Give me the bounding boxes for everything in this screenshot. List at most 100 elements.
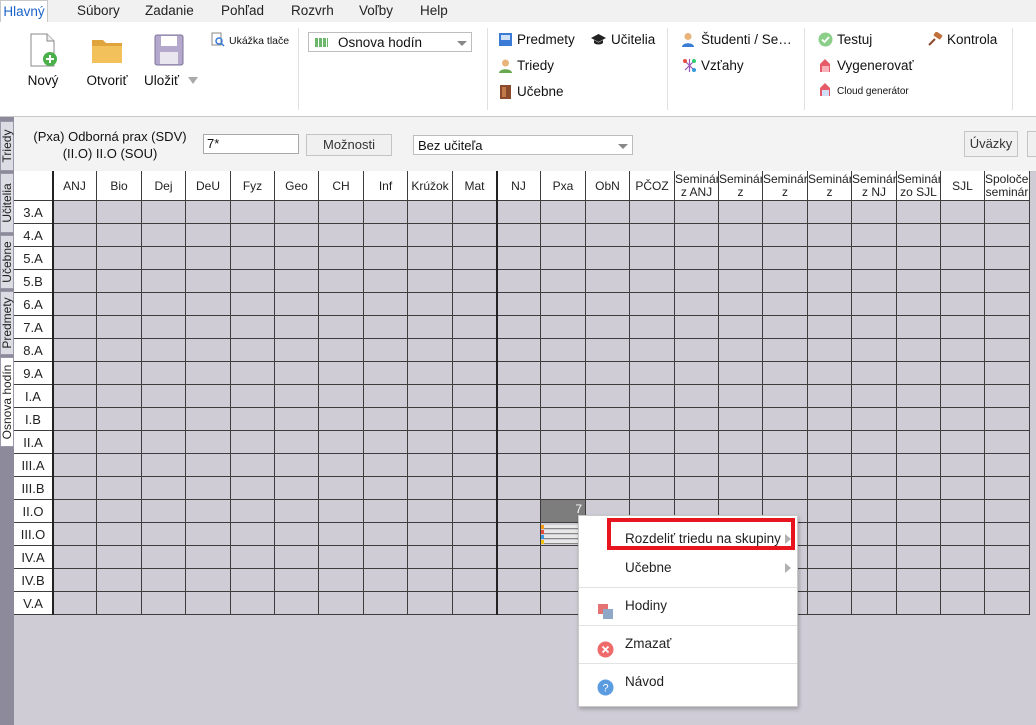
hours-input[interactable]: 7* bbox=[203, 134, 299, 154]
lesson-cell[interactable] bbox=[453, 339, 497, 362]
lesson-cell[interactable] bbox=[586, 293, 630, 316]
sidetab-ucebne[interactable]: Učebne bbox=[0, 235, 14, 289]
lesson-cell[interactable] bbox=[186, 592, 231, 615]
lesson-cell[interactable] bbox=[985, 247, 1030, 270]
lesson-cell[interactable] bbox=[186, 247, 231, 270]
lesson-cell[interactable] bbox=[897, 592, 941, 615]
lesson-cell[interactable] bbox=[364, 546, 408, 569]
lesson-cell[interactable] bbox=[808, 569, 852, 592]
lesson-cell[interactable] bbox=[586, 362, 630, 385]
lesson-cell[interactable] bbox=[852, 247, 897, 270]
lesson-cell[interactable] bbox=[142, 546, 186, 569]
lesson-cell[interactable] bbox=[319, 569, 364, 592]
lesson-cell[interactable] bbox=[541, 385, 586, 408]
lesson-cell[interactable] bbox=[408, 270, 453, 293]
lesson-cell[interactable] bbox=[985, 316, 1030, 339]
row-header[interactable]: 4.A bbox=[14, 224, 53, 247]
lesson-cell[interactable] bbox=[364, 385, 408, 408]
lesson-cell[interactable] bbox=[985, 270, 1030, 293]
lesson-cell[interactable] bbox=[364, 431, 408, 454]
lesson-cell[interactable] bbox=[897, 408, 941, 431]
lesson-cell[interactable] bbox=[53, 224, 97, 247]
lesson-cell[interactable] bbox=[364, 224, 408, 247]
row-header[interactable]: I.A bbox=[14, 385, 53, 408]
lesson-cell[interactable] bbox=[675, 385, 719, 408]
lesson-cell[interactable] bbox=[142, 431, 186, 454]
lesson-cell[interactable] bbox=[97, 362, 142, 385]
lesson-cell[interactable] bbox=[808, 316, 852, 339]
lesson-cell[interactable] bbox=[53, 201, 97, 224]
lesson-cell[interactable] bbox=[852, 454, 897, 477]
lesson-cell[interactable] bbox=[630, 247, 675, 270]
column-header[interactable]: Pxa bbox=[541, 171, 586, 201]
lesson-cell[interactable] bbox=[142, 270, 186, 293]
lesson-cell[interactable] bbox=[941, 201, 985, 224]
lesson-cell[interactable] bbox=[719, 247, 763, 270]
lesson-cell[interactable] bbox=[897, 477, 941, 500]
lesson-cell[interactable] bbox=[319, 362, 364, 385]
lesson-cell[interactable] bbox=[186, 270, 231, 293]
lesson-cell[interactable] bbox=[186, 224, 231, 247]
column-header[interactable]: Mat bbox=[453, 171, 497, 201]
lesson-cell[interactable] bbox=[364, 569, 408, 592]
lesson-cell[interactable] bbox=[453, 385, 497, 408]
lesson-cell[interactable] bbox=[897, 523, 941, 546]
column-header[interactable]: Seminár z matematiky bbox=[808, 171, 852, 201]
lesson-cell[interactable] bbox=[897, 362, 941, 385]
lesson-cell[interactable] bbox=[453, 408, 497, 431]
row-header[interactable]: 5.B bbox=[14, 270, 53, 293]
lesson-cell[interactable] bbox=[142, 454, 186, 477]
lesson-cell[interactable] bbox=[186, 500, 231, 523]
cloud-generator-button[interactable]: Cloud generátor bbox=[818, 82, 909, 102]
lesson-cell[interactable] bbox=[408, 477, 453, 500]
lesson-cell[interactable] bbox=[408, 500, 453, 523]
lesson-cell[interactable] bbox=[808, 523, 852, 546]
lesson-cell[interactable] bbox=[763, 454, 808, 477]
lesson-cell[interactable] bbox=[763, 408, 808, 431]
delete-menu-item[interactable]: Zmazať bbox=[579, 626, 797, 662]
lesson-cell[interactable] bbox=[142, 247, 186, 270]
lesson-cell[interactable] bbox=[497, 270, 541, 293]
lesson-cell[interactable] bbox=[808, 270, 852, 293]
lesson-cell[interactable] bbox=[985, 224, 1030, 247]
teacher-combo[interactable]: Bez učiteľa bbox=[413, 135, 633, 155]
column-header[interactable]: Spoločenskovedný seminár bbox=[985, 171, 1030, 201]
lesson-cell[interactable] bbox=[497, 592, 541, 615]
lesson-cell[interactable] bbox=[808, 362, 852, 385]
menu-tab-zadanie[interactable]: Zadanie bbox=[145, 0, 194, 22]
lesson-cell[interactable] bbox=[364, 247, 408, 270]
lesson-cell[interactable] bbox=[231, 523, 275, 546]
lesson-cell[interactable] bbox=[630, 316, 675, 339]
lesson-cell[interactable] bbox=[586, 224, 630, 247]
lesson-cell[interactable] bbox=[231, 362, 275, 385]
lesson-cell[interactable] bbox=[852, 339, 897, 362]
row-header[interactable]: IV.A bbox=[14, 546, 53, 569]
lesson-cell[interactable] bbox=[142, 569, 186, 592]
lesson-cell[interactable] bbox=[941, 454, 985, 477]
lesson-cell[interactable] bbox=[142, 385, 186, 408]
lesson-cell[interactable] bbox=[541, 270, 586, 293]
lesson-cell[interactable] bbox=[142, 477, 186, 500]
lesson-cell[interactable] bbox=[319, 224, 364, 247]
lesson-cell[interactable] bbox=[808, 293, 852, 316]
lesson-cell[interactable] bbox=[319, 408, 364, 431]
lesson-cell[interactable] bbox=[985, 293, 1030, 316]
lesson-cell[interactable] bbox=[275, 592, 319, 615]
lesson-cell[interactable] bbox=[453, 431, 497, 454]
lesson-cell[interactable] bbox=[497, 546, 541, 569]
lesson-cell[interactable] bbox=[719, 339, 763, 362]
lesson-cell[interactable] bbox=[97, 500, 142, 523]
lesson-cell[interactable] bbox=[941, 339, 985, 362]
lesson-cell[interactable] bbox=[719, 362, 763, 385]
lesson-cell[interactable] bbox=[186, 316, 231, 339]
row-header[interactable]: I.B bbox=[14, 408, 53, 431]
lesson-cell[interactable] bbox=[142, 224, 186, 247]
column-header[interactable]: Krúžok bbox=[408, 171, 453, 201]
row-header[interactable]: 6.A bbox=[14, 293, 53, 316]
lesson-cell[interactable] bbox=[630, 431, 675, 454]
lesson-cell[interactable] bbox=[53, 477, 97, 500]
lesson-cell[interactable] bbox=[985, 431, 1030, 454]
row-header[interactable]: III.B bbox=[14, 477, 53, 500]
lesson-cell[interactable] bbox=[275, 431, 319, 454]
lesson-cell[interactable] bbox=[319, 316, 364, 339]
